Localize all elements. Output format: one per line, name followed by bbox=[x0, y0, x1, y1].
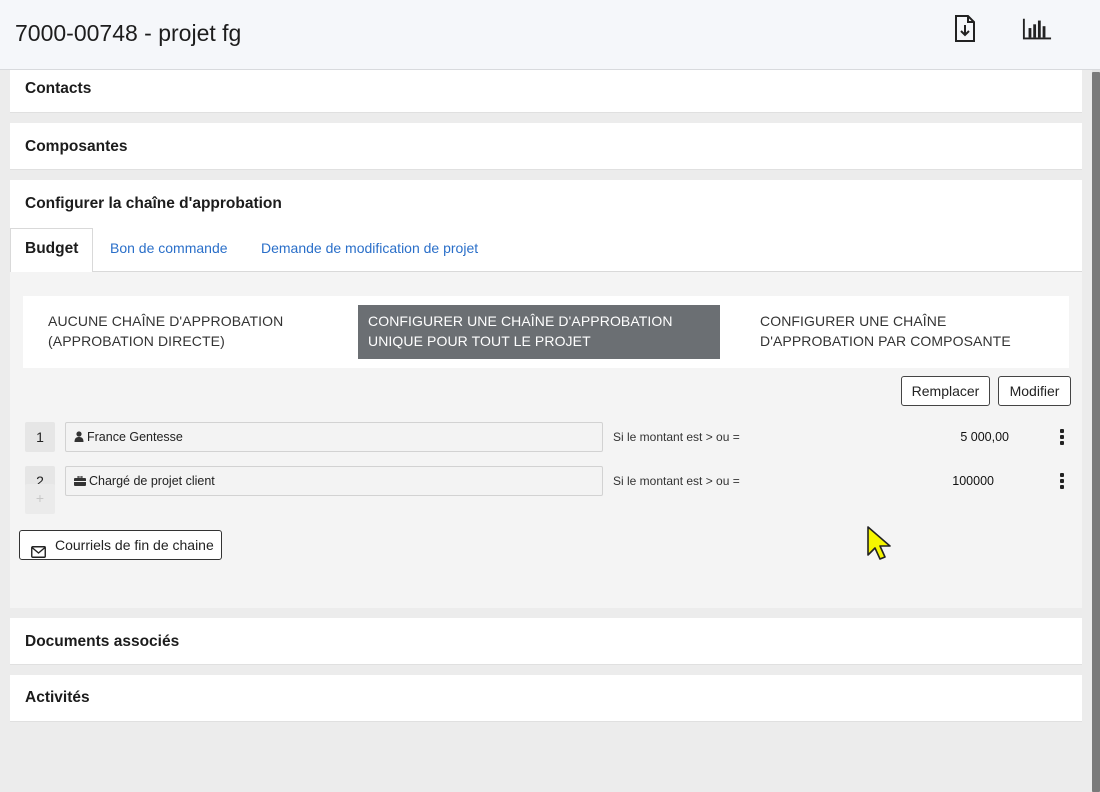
approver-name: France Gentesse bbox=[87, 430, 183, 444]
option-chain-per-component[interactable]: CONFIGURER UNE CHAÎNE D'APPROBATION PAR … bbox=[750, 305, 1050, 359]
option-single-chain[interactable]: CONFIGURER UNE CHAÎNE D'APPROBATION UNIQ… bbox=[358, 305, 720, 359]
option-label-line1: CONFIGURER UNE CHAÎNE D'APPROBATION bbox=[368, 313, 673, 329]
section-composantes[interactable]: Composantes bbox=[10, 123, 1082, 170]
section-title-contacts: Contacts bbox=[25, 80, 92, 97]
page-header: 7000-00748 - projet fg bbox=[0, 0, 1100, 70]
section-title-composantes: Composantes bbox=[25, 138, 128, 155]
option-label-line2: D'APPROBATION PAR COMPOSANTE bbox=[760, 333, 1011, 349]
briefcase-icon bbox=[74, 468, 86, 496]
section-approval-chain: Configurer la chaîne d'approbation Budge… bbox=[10, 180, 1082, 608]
page-title: 7000-00748 - projet fg bbox=[15, 20, 242, 46]
approver-field[interactable]: Chargé de projet client bbox=[65, 466, 603, 496]
tab-content-budget: AUCUNE CHAÎNE D'APPROBATION (APPROBATION… bbox=[10, 272, 1082, 608]
end-chain-emails-label: Courriels de fin de chaine bbox=[55, 537, 214, 553]
condition-label: Si le montant est > ou = bbox=[613, 430, 740, 444]
scrollbar-thumb[interactable] bbox=[1092, 72, 1100, 792]
section-activites[interactable]: Activités bbox=[10, 675, 1082, 722]
mouse-cursor-icon bbox=[867, 526, 891, 560]
user-icon bbox=[74, 424, 84, 452]
end-chain-emails-button[interactable]: Courriels de fin de chaine bbox=[19, 530, 222, 560]
option-label-line2: UNIQUE POUR TOUT LE PROJET bbox=[368, 333, 591, 349]
approver-field[interactable]: France Gentesse bbox=[65, 422, 603, 452]
modify-button[interactable]: Modifier bbox=[998, 376, 1071, 406]
download-file-icon[interactable] bbox=[950, 14, 980, 44]
condition-label: Si le montant est > ou = bbox=[613, 474, 740, 488]
scrollbar[interactable] bbox=[1092, 70, 1100, 792]
approver-name: Chargé de projet client bbox=[89, 474, 215, 488]
amount-value: 100000 bbox=[952, 474, 994, 488]
option-no-approval-chain[interactable]: AUCUNE CHAÎNE D'APPROBATION (APPROBATION… bbox=[38, 305, 338, 359]
chain-row: 1 France Gentesse Si le montant est > ou… bbox=[10, 422, 1082, 454]
section-contacts[interactable]: Contacts bbox=[10, 70, 1082, 113]
section-title-approval: Configurer la chaîne d'approbation bbox=[25, 195, 282, 212]
amount-value: 5 000,00 bbox=[960, 430, 1009, 444]
option-label-line2: (APPROBATION DIRECTE) bbox=[48, 333, 225, 349]
option-label-line1: AUCUNE CHAÎNE D'APPROBATION bbox=[48, 313, 284, 329]
tab-budget[interactable]: Budget bbox=[10, 228, 94, 273]
approval-mode-selector: AUCUNE CHAÎNE D'APPROBATION (APPROBATION… bbox=[23, 296, 1069, 368]
section-title-activites: Activités bbox=[25, 689, 90, 706]
add-step-button[interactable]: + bbox=[25, 484, 55, 514]
tab-bon-de-commande[interactable]: Bon de commande bbox=[110, 228, 228, 272]
replace-button[interactable]: Remplacer bbox=[901, 376, 990, 406]
bar-chart-icon[interactable] bbox=[1022, 14, 1054, 44]
envelope-icon bbox=[31, 539, 46, 567]
tab-demande-modification[interactable]: Demande de modification de projet bbox=[261, 228, 478, 272]
chain-step-number: 1 bbox=[25, 422, 55, 452]
section-title-documents: Documents associés bbox=[25, 633, 180, 650]
approval-tabs: Budget Bon de commande Demande de modifi… bbox=[10, 228, 1082, 273]
row-menu-icon[interactable] bbox=[1055, 428, 1069, 448]
section-documents[interactable]: Documents associés bbox=[10, 618, 1082, 665]
option-label-line1: CONFIGURER UNE CHAÎNE bbox=[760, 313, 947, 329]
chain-row: 2 Chargé de projet client Si le montant … bbox=[10, 466, 1082, 498]
row-menu-icon[interactable] bbox=[1055, 472, 1069, 492]
